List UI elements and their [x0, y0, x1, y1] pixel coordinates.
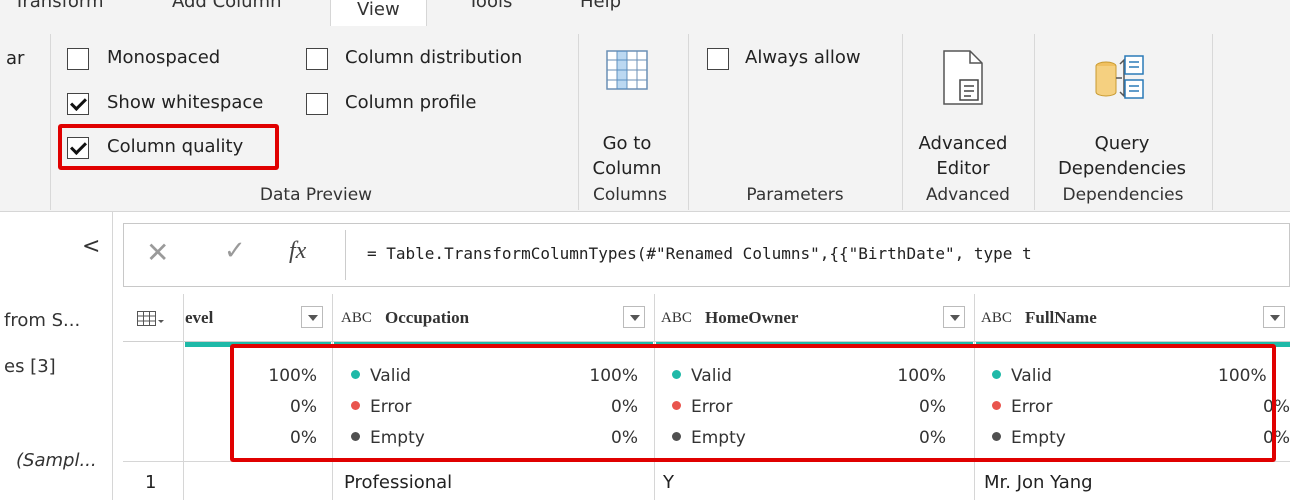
ribbon-separator: [578, 34, 579, 210]
advanced-editor-button[interactable]: Advanced Editor: [910, 38, 1030, 188]
always-allow-checkbox[interactable]: [707, 48, 729, 70]
query-item[interactable]: (Sampl...: [16, 450, 97, 471]
go-to-column-label-line1: Go to: [602, 133, 652, 154]
advanced-editor-label-line1: Advanced: [918, 133, 1008, 154]
table-cell[interactable]: Professional: [344, 472, 452, 493]
go-to-column-button[interactable]: Go to Column: [590, 38, 670, 188]
column-distribution-label[interactable]: Column distribution: [345, 47, 522, 68]
group-label-advanced: Advanced: [926, 185, 1010, 205]
group-label-dependencies: Dependencies: [1062, 185, 1184, 205]
query-dependencies-label-line2: Dependencies: [1057, 158, 1187, 179]
column-quality-stats-highlight: [230, 344, 1276, 462]
ribbon-separator: [1212, 34, 1213, 210]
column-filter-dropdown[interactable]: [943, 306, 965, 328]
partial-ribbon-label[interactable]: ar: [6, 48, 24, 69]
ribbon-separator: [688, 34, 689, 210]
tab-help[interactable]: Help: [580, 0, 621, 12]
ribbon: ar Monospaced Show whitespace Column qua…: [0, 26, 1290, 212]
table-menu-icon[interactable]: [137, 311, 167, 327]
monospaced-label[interactable]: Monospaced: [107, 47, 220, 68]
column-filter-dropdown[interactable]: [1263, 306, 1285, 328]
go-to-column-label-line2: Column: [592, 158, 662, 179]
show-whitespace-checkbox[interactable]: [67, 93, 89, 115]
show-whitespace-label[interactable]: Show whitespace: [107, 92, 263, 113]
column-profile-label[interactable]: Column profile: [345, 92, 477, 113]
column-header-occupation[interactable]: Occupation: [385, 294, 469, 342]
column-separator: [183, 294, 184, 500]
monospaced-checkbox[interactable]: [67, 48, 89, 70]
tab-tools[interactable]: Tools: [468, 0, 512, 12]
column-header-homeowner[interactable]: HomeOwner: [705, 294, 798, 342]
commit-icon[interactable]: ✓: [224, 236, 246, 266]
column-filter-dropdown[interactable]: [623, 306, 645, 328]
table-cell[interactable]: Mr. Jon Yang: [984, 472, 1093, 493]
grid-table-icon: [606, 50, 648, 90]
formula-bar: ✕ ✓ fx = Table.TransformColumnTypes(#"Re…: [123, 223, 1290, 287]
text-type-icon[interactable]: ABC: [341, 294, 372, 342]
table-cell[interactable]: Y: [663, 472, 674, 493]
column-header-fullname[interactable]: FullName: [1025, 294, 1097, 342]
query-dependencies-icon: [1095, 55, 1144, 99]
group-label-columns: Columns: [593, 185, 667, 205]
always-allow-label[interactable]: Always allow: [745, 47, 861, 68]
group-label-data-preview: Data Preview: [259, 185, 373, 205]
column-quality-highlight: [58, 124, 279, 170]
tab-view[interactable]: View: [330, 0, 427, 26]
column-filter-dropdown[interactable]: [301, 306, 323, 328]
text-type-icon[interactable]: ABC: [981, 294, 1012, 342]
column-distribution-checkbox[interactable]: [306, 48, 328, 70]
queries-pane: < from S... es [3] (Sampl...: [0, 212, 113, 500]
formula-divider: [345, 230, 346, 280]
collapse-pane-icon[interactable]: <: [82, 234, 100, 259]
column-header-level[interactable]: evel: [185, 294, 213, 342]
column-profile-checkbox[interactable]: [306, 93, 328, 115]
query-item[interactable]: from S...: [4, 310, 80, 331]
query-group-item[interactable]: es [3]: [4, 356, 56, 377]
ribbon-separator: [50, 34, 51, 210]
group-label-parameters: Parameters: [746, 185, 844, 205]
tab-transform[interactable]: Transform: [14, 0, 104, 12]
tab-add-column[interactable]: Add Column: [172, 0, 282, 12]
text-type-icon[interactable]: ABC: [661, 294, 692, 342]
cancel-icon[interactable]: ✕: [146, 236, 169, 269]
fx-icon[interactable]: fx: [289, 238, 306, 265]
query-dependencies-label-line1: Query: [1094, 133, 1150, 154]
query-dependencies-button[interactable]: Query Dependencies: [1040, 38, 1204, 188]
row-index: 1: [145, 472, 157, 493]
ribbon-separator: [902, 34, 903, 210]
ribbon-separator: [1034, 34, 1035, 210]
formula-input[interactable]: = Table.TransformColumnTypes(#"Renamed C…: [367, 244, 1032, 263]
document-code-icon: [943, 50, 983, 105]
advanced-editor-label-line2: Editor: [936, 158, 990, 179]
ribbon-tab-strip: Transform Add Column View Tools Help: [0, 0, 1290, 26]
